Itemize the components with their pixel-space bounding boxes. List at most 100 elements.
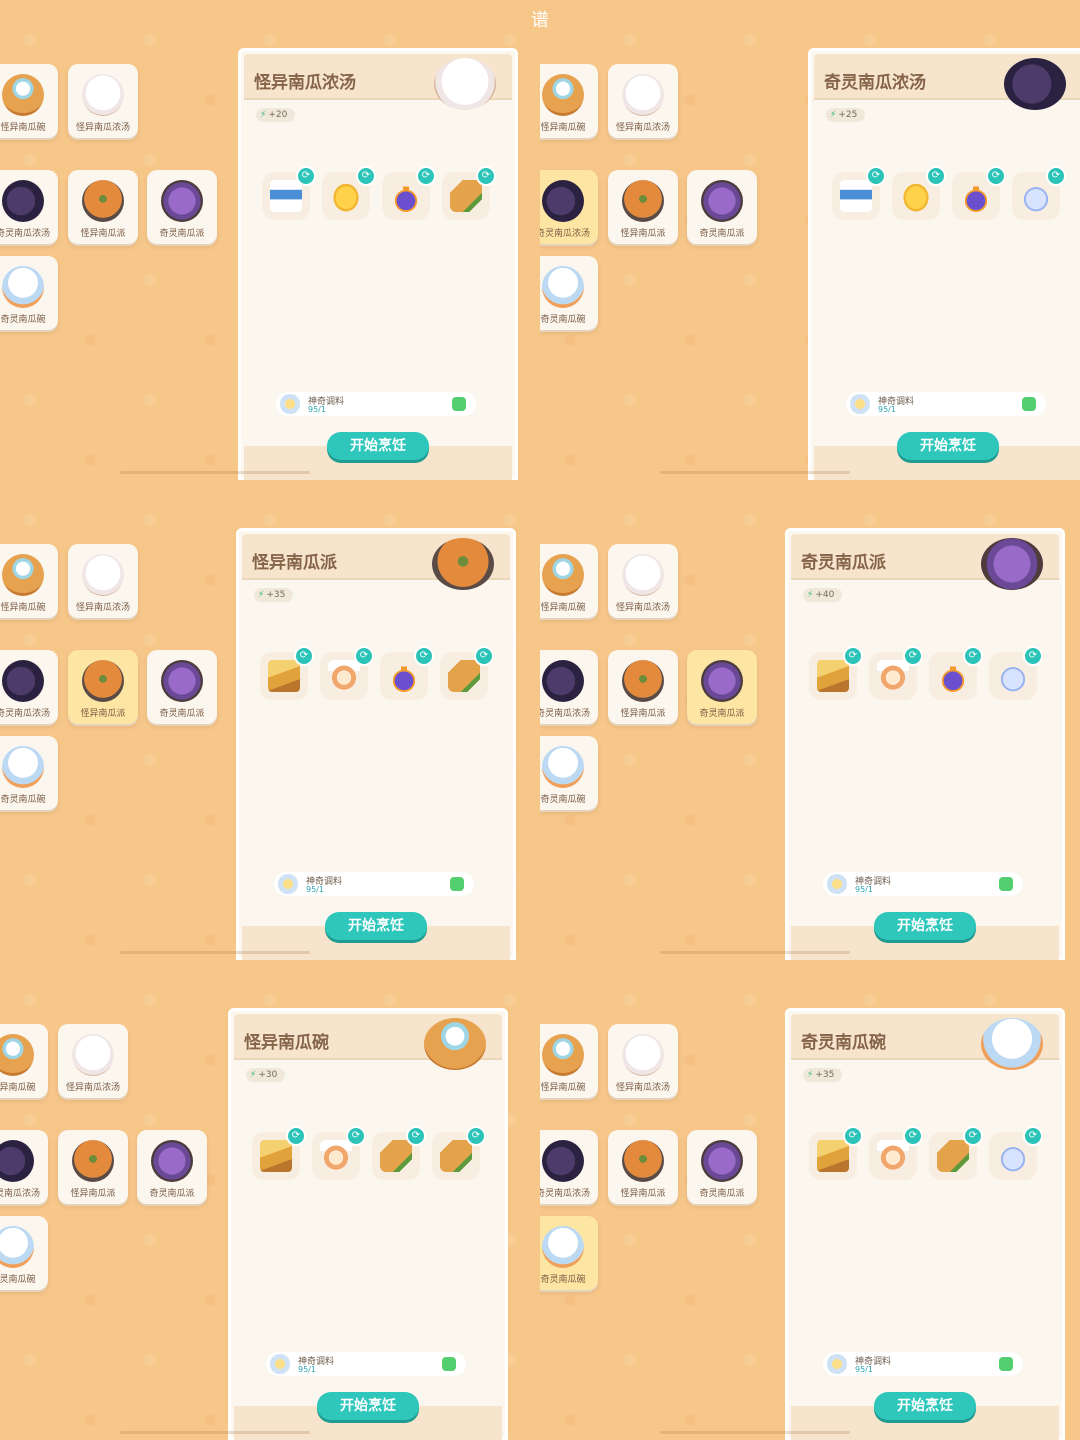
dish-tile[interactable]: 怪异南瓜浓汤 <box>68 64 138 138</box>
refresh-icon[interactable]: ⟳ <box>406 1126 426 1146</box>
refresh-icon[interactable]: ⟳ <box>843 646 863 666</box>
seasoning-toggle[interactable] <box>1022 397 1036 411</box>
refresh-icon[interactable]: ⟳ <box>416 166 436 186</box>
ingredient-slot[interactable]: ⟳ <box>260 646 314 700</box>
dish-tile[interactable]: 奇灵南瓜浓汤 <box>540 650 598 724</box>
refresh-icon[interactable]: ⟳ <box>356 166 376 186</box>
dish-tile[interactable]: 怪异南瓜浓汤 <box>68 544 138 618</box>
refresh-icon[interactable]: ⟳ <box>1023 646 1043 666</box>
dish-tile[interactable]: 怪异南瓜碗 <box>540 1024 598 1098</box>
ingredient-slot[interactable]: ⟳ <box>809 1126 863 1180</box>
dish-tile[interactable]: 奇灵南瓜浓汤 <box>540 170 598 244</box>
dish-tile[interactable]: 怪异南瓜浓汤 <box>608 1024 678 1098</box>
dish-tile[interactable]: 奇灵南瓜浓汤 <box>540 1130 598 1204</box>
dish-tile[interactable]: 怪异南瓜派 <box>68 170 138 244</box>
ingredient-slot[interactable]: ⟳ <box>989 646 1043 700</box>
start-cooking-button[interactable]: 开始烹饪 <box>317 1392 419 1420</box>
dish-tile[interactable]: 怪异南瓜浓汤 <box>58 1024 128 1098</box>
ingredient-slot[interactable]: ⟳ <box>262 166 316 220</box>
dish-tile[interactable]: 奇灵南瓜派 <box>147 650 217 724</box>
refresh-icon[interactable]: ⟳ <box>963 1126 983 1146</box>
refresh-icon[interactable]: ⟳ <box>414 646 434 666</box>
dish-tile[interactable]: 奇灵南瓜碗 <box>540 256 598 330</box>
egg-icon <box>877 660 909 692</box>
ingredient-slot[interactable]: ⟳ <box>1012 166 1066 220</box>
refresh-icon[interactable]: ⟳ <box>866 166 886 186</box>
refresh-icon[interactable]: ⟳ <box>476 166 496 186</box>
dish-tile[interactable]: 怪异南瓜派 <box>608 650 678 724</box>
dish-tile[interactable]: 奇灵南瓜派 <box>687 170 757 244</box>
ingredient-slot[interactable]: ⟳ <box>442 166 496 220</box>
ingredient-slot[interactable]: ⟳ <box>382 166 436 220</box>
dish-tile[interactable]: 奇灵南瓜派 <box>147 170 217 244</box>
ingredient-slot[interactable]: ⟳ <box>989 1126 1043 1180</box>
seasoning-toggle[interactable] <box>452 397 466 411</box>
ingredient-slot[interactable]: ⟳ <box>929 1126 983 1180</box>
start-cooking-button[interactable]: 开始烹饪 <box>327 432 429 460</box>
dish-tile[interactable]: 奇灵南瓜派 <box>687 1130 757 1204</box>
refresh-icon[interactable]: ⟳ <box>286 1126 306 1146</box>
dish-tile[interactable]: 怪异南瓜浓汤 <box>608 544 678 618</box>
dish-tile[interactable]: 奇灵南瓜碗 <box>0 1216 48 1290</box>
ingredient-slot[interactable]: ⟳ <box>809 646 863 700</box>
refresh-icon[interactable]: ⟳ <box>963 646 983 666</box>
refresh-icon[interactable]: ⟳ <box>346 1126 366 1146</box>
dish-tile[interactable]: 奇灵南瓜派 <box>687 650 757 724</box>
dish-tile[interactable]: 奇灵南瓜派 <box>137 1130 207 1204</box>
dish-tile[interactable]: 奇灵南瓜浓汤 <box>0 650 58 724</box>
dish-tile[interactable]: 怪异南瓜派 <box>58 1130 128 1204</box>
seasoning-toggle[interactable] <box>450 877 464 891</box>
dish-tile[interactable]: 奇灵南瓜碗 <box>540 1216 598 1290</box>
dish-tile[interactable]: 怪异南瓜浓汤 <box>608 64 678 138</box>
ingredient-slot[interactable]: ⟳ <box>432 1126 486 1180</box>
dish-tile[interactable]: 怪异南瓜碗 <box>0 544 58 618</box>
ingredient-slot[interactable]: ⟳ <box>892 166 946 220</box>
ingredient-slot[interactable]: ⟳ <box>372 1126 426 1180</box>
seasoning-toggle[interactable] <box>999 1357 1013 1371</box>
start-cooking-button[interactable]: 开始烹饪 <box>874 912 976 940</box>
dish-icon <box>161 660 203 702</box>
dish-tile[interactable]: 怪异南瓜碗 <box>0 1024 48 1098</box>
refresh-icon[interactable]: ⟳ <box>296 166 316 186</box>
ingredient-slot[interactable]: ⟳ <box>312 1126 366 1180</box>
refresh-icon[interactable]: ⟳ <box>903 1126 923 1146</box>
dish-tile[interactable]: 怪异南瓜碗 <box>540 544 598 618</box>
ingredient-slot[interactable]: ⟳ <box>320 646 374 700</box>
dish-icon <box>542 1226 584 1268</box>
start-cooking-button[interactable]: 开始烹饪 <box>897 432 999 460</box>
dish-tile[interactable]: 怪异南瓜碗 <box>0 64 58 138</box>
refresh-icon[interactable]: ⟳ <box>1023 1126 1043 1146</box>
refresh-icon[interactable]: ⟳ <box>926 166 946 186</box>
refresh-icon[interactable]: ⟳ <box>354 646 374 666</box>
dish-tile[interactable]: 怪异南瓜派 <box>608 170 678 244</box>
ingredient-slot[interactable]: ⟳ <box>440 646 494 700</box>
ingredient-slot[interactable]: ⟳ <box>952 166 1006 220</box>
ingredient-slot[interactable]: ⟳ <box>929 646 983 700</box>
refresh-icon[interactable]: ⟳ <box>843 1126 863 1146</box>
dish-label: 奇灵南瓜浓汤 <box>540 229 590 239</box>
start-cooking-button[interactable]: 开始烹饪 <box>325 912 427 940</box>
seasoning-toggle[interactable] <box>442 1357 456 1371</box>
ingredient-slot[interactable]: ⟳ <box>832 166 886 220</box>
refresh-icon[interactable]: ⟳ <box>466 1126 486 1146</box>
dish-tile[interactable]: 怪异南瓜碗 <box>540 64 598 138</box>
dish-tile[interactable]: 奇灵南瓜浓汤 <box>0 170 58 244</box>
dish-tile[interactable]: 奇灵南瓜碗 <box>540 736 598 810</box>
refresh-icon[interactable]: ⟳ <box>986 166 1006 186</box>
dish-tile[interactable]: 奇灵南瓜浓汤 <box>0 1130 48 1204</box>
refresh-icon[interactable]: ⟳ <box>903 646 923 666</box>
dish-tile[interactable]: 怪异南瓜派 <box>68 650 138 724</box>
refresh-icon[interactable]: ⟳ <box>474 646 494 666</box>
ingredient-slot[interactable]: ⟳ <box>869 646 923 700</box>
refresh-icon[interactable]: ⟳ <box>1046 166 1066 186</box>
dish-tile[interactable]: 怪异南瓜派 <box>608 1130 678 1204</box>
ingredient-slot[interactable]: ⟳ <box>869 1126 923 1180</box>
ingredient-slot[interactable]: ⟳ <box>322 166 376 220</box>
start-cooking-button[interactable]: 开始烹饪 <box>874 1392 976 1420</box>
ingredient-slot[interactable]: ⟳ <box>380 646 434 700</box>
refresh-icon[interactable]: ⟳ <box>294 646 314 666</box>
seasoning-toggle[interactable] <box>999 877 1013 891</box>
ingredient-slot[interactable]: ⟳ <box>252 1126 306 1180</box>
dish-tile[interactable]: 奇灵南瓜碗 <box>0 256 58 330</box>
dish-tile[interactable]: 奇灵南瓜碗 <box>0 736 58 810</box>
